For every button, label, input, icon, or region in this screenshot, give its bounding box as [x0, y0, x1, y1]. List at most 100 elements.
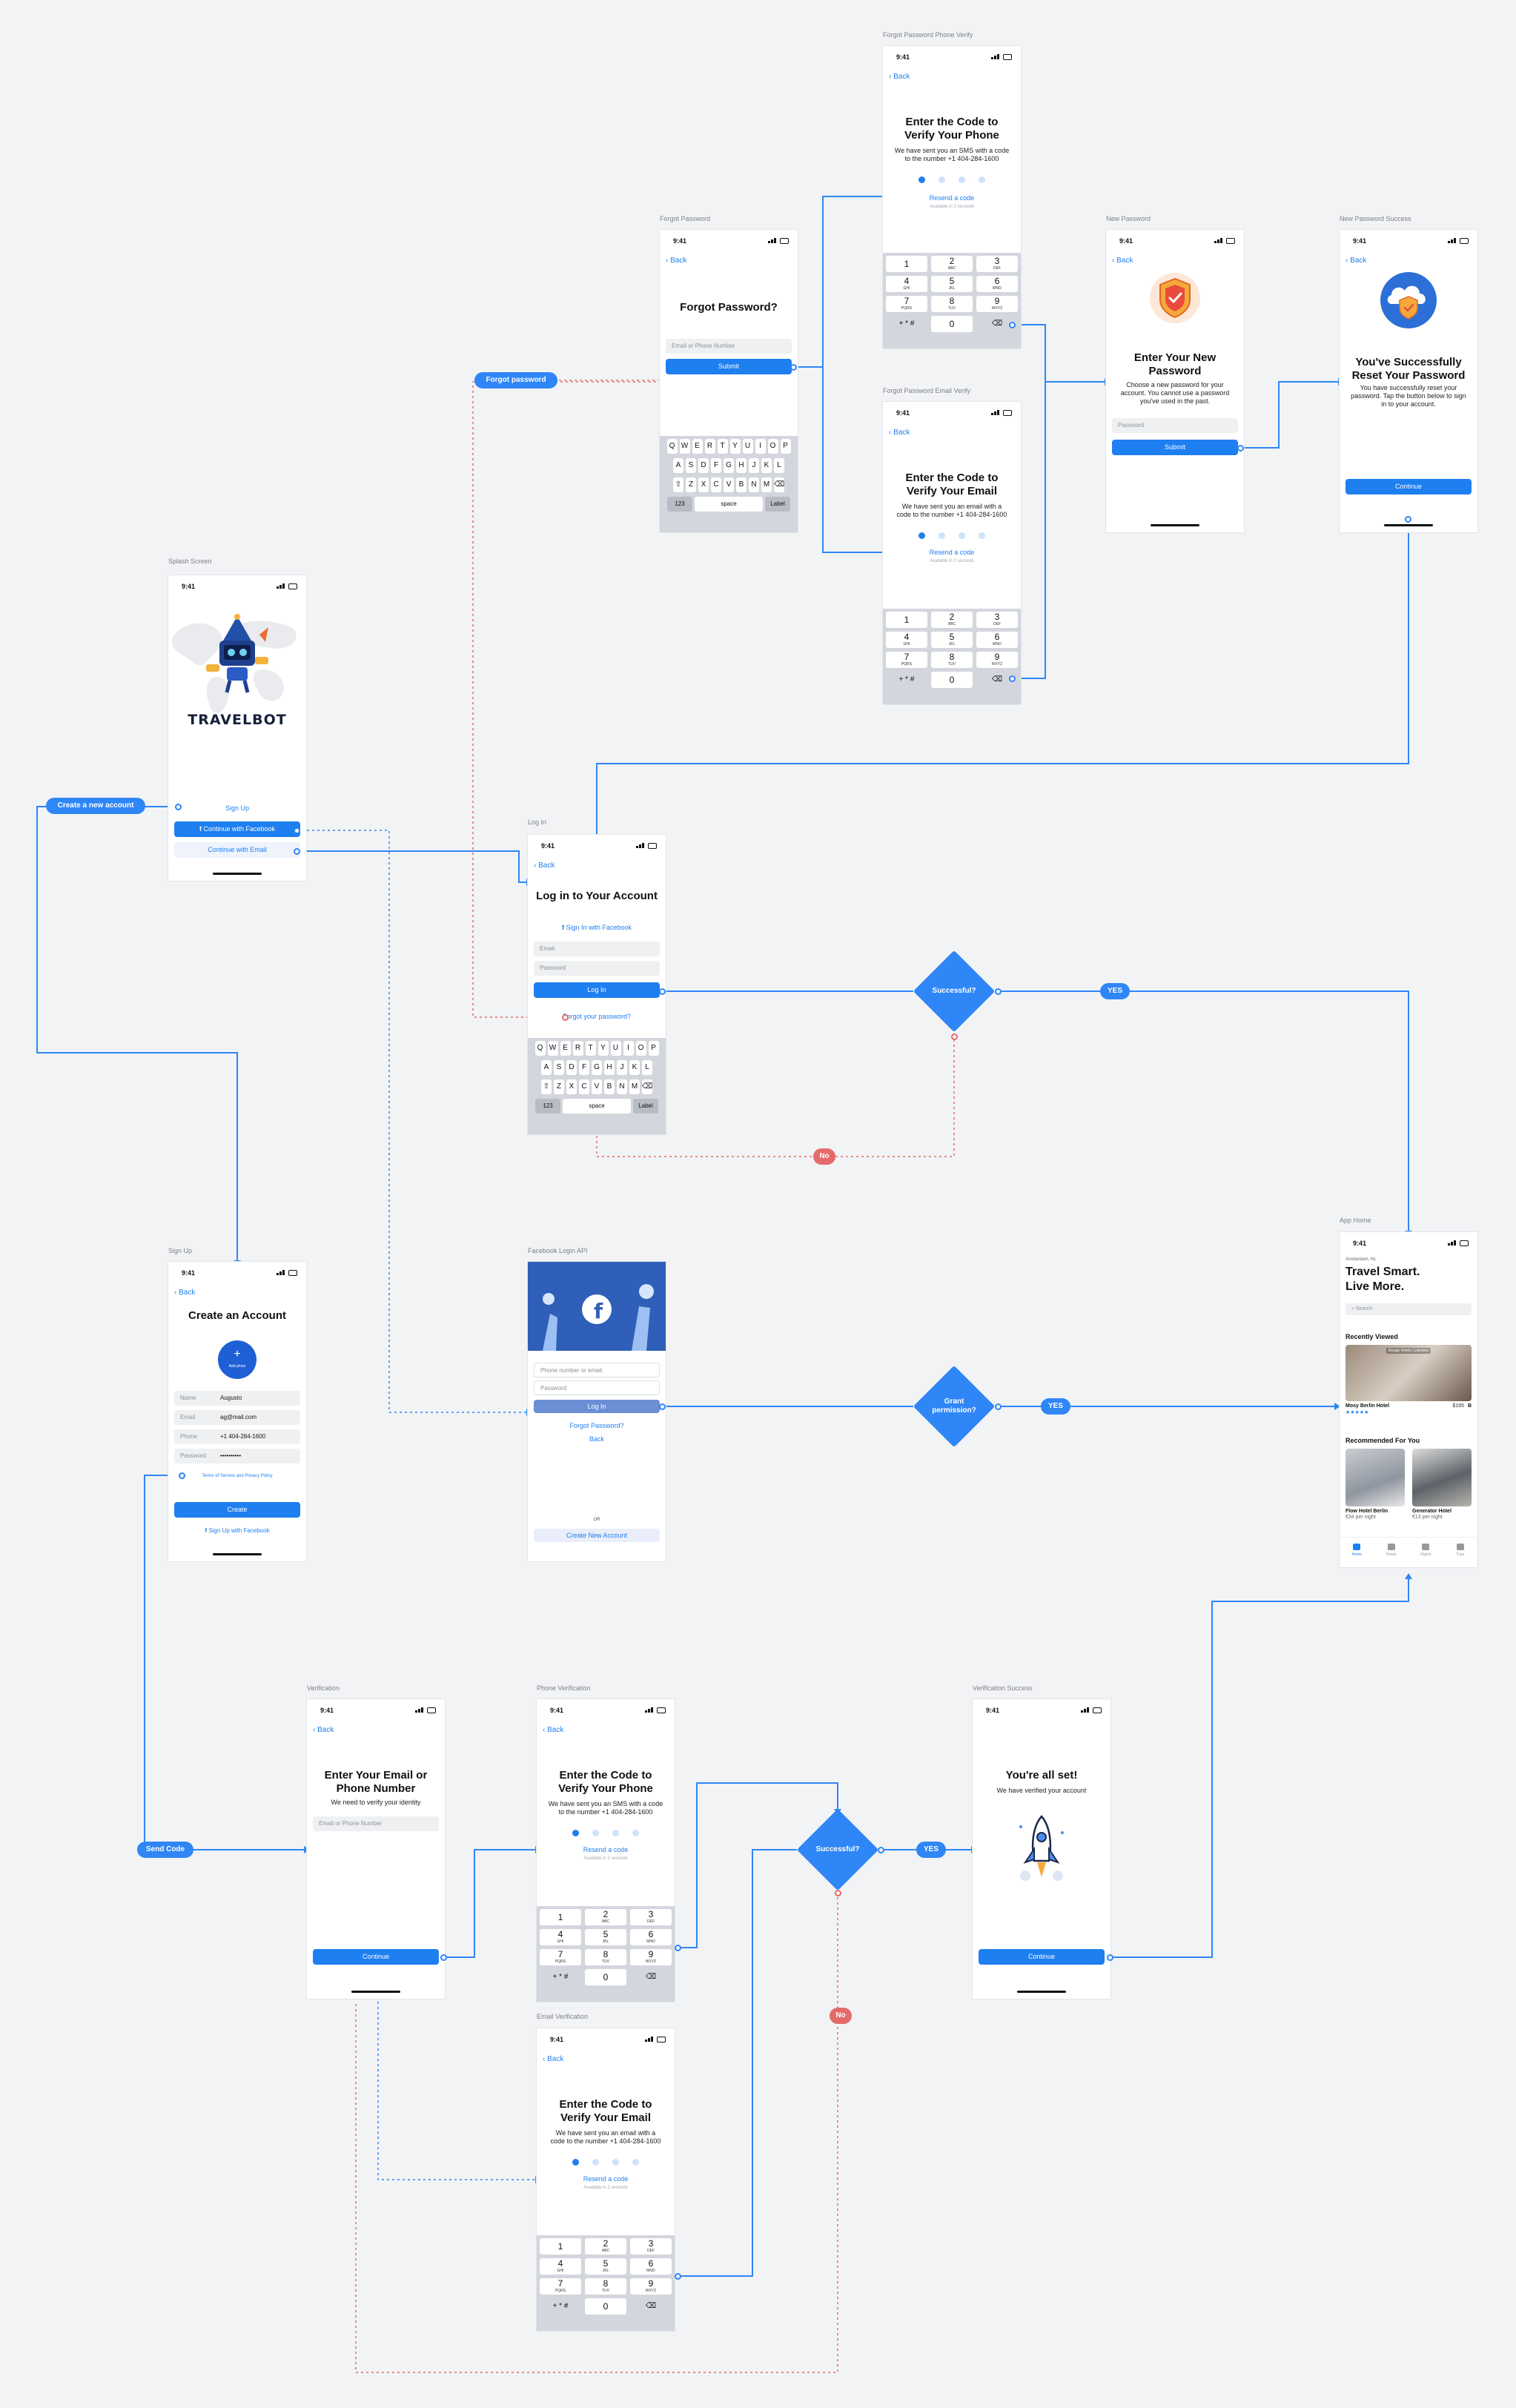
numpad-key[interactable]: 2 ABC [931, 612, 973, 628]
numpad-key[interactable]: 0 [585, 2298, 626, 2315]
numpad-key[interactable]: 7 PQRS [886, 652, 927, 668]
numpad-key[interactable]: 6 MNO [630, 2258, 672, 2275]
numpad-key[interactable]: 5 JKL [931, 276, 973, 292]
back-button[interactable]: ‹ Back [174, 1289, 195, 1297]
numpad-key[interactable]: 9 WXYZ [976, 652, 1018, 668]
keyboard-key[interactable]: M [629, 1079, 640, 1094]
terms-link[interactable]: Terms of Service and Privacy Policy [168, 1474, 306, 1478]
keyboard-key[interactable]: J [749, 458, 759, 473]
numpad-key[interactable]: 1 [540, 2238, 581, 2255]
numpad-key[interactable]: 1 [886, 256, 927, 272]
email-field[interactable]: Email [534, 942, 660, 956]
numpad-key[interactable]: 6 MNO [976, 632, 1018, 648]
keyboard-key[interactable]: U [742, 439, 753, 454]
submit-button[interactable]: Submit [666, 359, 792, 374]
resend-link[interactable]: Resend a code [883, 194, 1021, 202]
shift-key[interactable]: ⇧ [541, 1079, 552, 1094]
keyboard-key[interactable]: Y [729, 439, 741, 454]
keyboard-key[interactable]: X [698, 477, 709, 492]
numpad-key[interactable]: 9 WXYZ [630, 1949, 672, 1965]
shift-key[interactable]: ⇧ [673, 477, 683, 492]
keyboard-key[interactable]: N [617, 1079, 627, 1094]
keyboard-key[interactable]: K [629, 1060, 640, 1075]
keyboard-key[interactable]: E [692, 439, 703, 454]
keyboard-key[interactable]: Y [598, 1041, 609, 1056]
keyboard-key[interactable]: I [755, 439, 766, 454]
numpad-key[interactable]: ⌫ [630, 2298, 672, 2315]
resend-link[interactable]: Resend a code [537, 2175, 675, 2183]
numpad-key[interactable]: 7 PQRS [886, 296, 927, 312]
keyboard-key[interactable]: P [648, 1041, 659, 1056]
phone-or-email-field[interactable]: Phone number or email [534, 1363, 660, 1377]
password-field[interactable]: Password [534, 1380, 660, 1395]
numpad-key[interactable]: 4 GHI [540, 1929, 581, 1945]
continue-with-facebook-button[interactable]: f Continue with Facebook [174, 821, 300, 837]
numpad-key[interactable]: 2 ABC [585, 1909, 626, 1925]
keyboard-key[interactable]: S [686, 458, 696, 473]
keyboard-key[interactable]: F [711, 458, 721, 473]
email-or-phone-field[interactable]: Email or Phone Number [313, 1816, 439, 1831]
keyboard-key[interactable]: G [724, 458, 734, 473]
keyboard-key[interactable]: Label [633, 1099, 658, 1114]
back-link[interactable]: Back [528, 1435, 666, 1443]
keyboard-key[interactable]: H [736, 458, 747, 473]
keyboard-key[interactable]: 123 [535, 1099, 560, 1114]
keyboard-key[interactable]: O [767, 439, 778, 454]
back-button[interactable]: ‹ Back [1345, 257, 1366, 265]
numpad-key[interactable]: 2 ABC [931, 256, 973, 272]
keyboard-key[interactable]: V [724, 477, 734, 492]
keyboard-key[interactable]: F [579, 1060, 589, 1075]
keyboard-key[interactable]: A [541, 1060, 552, 1075]
numpad-key[interactable]: 4 GHI [886, 276, 927, 292]
sign-up-link[interactable]: Sign Up [168, 804, 306, 812]
numpad-key[interactable]: 5 JKL [931, 632, 973, 648]
keyboard-key[interactable]: space [695, 497, 763, 512]
log-in-button[interactable]: Log In [534, 1400, 660, 1413]
tab-hotels[interactable]: Hotels [1374, 1538, 1409, 1567]
keyboard-key[interactable]: O [635, 1041, 646, 1056]
numpad-key[interactable]: ⌫ [630, 1969, 672, 1985]
back-button[interactable]: ‹ Back [889, 429, 910, 437]
name-field[interactable]: Name Augusto [174, 1391, 300, 1406]
keyboard-key[interactable]: W [679, 439, 690, 454]
keyboard-key[interactable]: P [780, 439, 791, 454]
numpad-key[interactable]: 8 TUV [585, 1949, 626, 1965]
numpad-key[interactable]: 8 TUV [931, 652, 973, 668]
password-field[interactable]: Password •••••••••• [174, 1449, 300, 1463]
avatar-picker[interactable]: + Add photo [218, 1340, 256, 1379]
recent-hotel-card[interactable]: Design Hotels Collection Mosy Berlin Hot… [1345, 1345, 1472, 1415]
numpad-key[interactable]: + * # [540, 1969, 581, 1985]
keyboard-key[interactable]: U [610, 1041, 621, 1056]
keyboard-key[interactable]: E [560, 1041, 571, 1056]
keyboard-key[interactable]: V [592, 1079, 602, 1094]
forgot-password-link[interactable]: Forgot your password? [528, 1013, 666, 1020]
create-button[interactable]: Create [174, 1502, 300, 1518]
continue-button[interactable]: Continue [1345, 479, 1472, 494]
numpad-key[interactable]: 7 PQRS [540, 2278, 581, 2295]
numpad-key[interactable]: 9 WXYZ [630, 2278, 672, 2295]
search-input[interactable]: ⌕ Search [1345, 1303, 1472, 1315]
keyboard-key[interactable]: Q [534, 1041, 546, 1056]
numpad-key[interactable]: 0 [585, 1969, 626, 1985]
password-field[interactable]: Password [534, 961, 660, 976]
email-or-phone-field[interactable]: Email or Phone Number [666, 339, 792, 354]
back-button[interactable]: ‹ Back [543, 1726, 563, 1734]
keyboard-key[interactable]: W [547, 1041, 558, 1056]
numpad-key[interactable]: 7 PQRS [540, 1949, 581, 1965]
keyboard-key[interactable]: R [704, 439, 715, 454]
numpad-key[interactable]: 8 TUV [931, 296, 973, 312]
keyboard-key[interactable]: 123 [667, 497, 692, 512]
phone-field[interactable]: Phone +1 404-284-1600 [174, 1429, 300, 1444]
numpad-key[interactable]: 5 JKL [585, 2258, 626, 2275]
numpad-key[interactable]: 3 DEF [630, 2238, 672, 2255]
numpad-key[interactable]: + * # [540, 2298, 581, 2315]
numpad-key[interactable]: 0 [931, 316, 973, 332]
recommended-card-2[interactable]: Generator Hotel €13 per night [1412, 1449, 1472, 1520]
continue-button[interactable]: Continue [979, 1949, 1105, 1965]
numpad-key[interactable]: 8 TUV [585, 2278, 626, 2295]
back-button[interactable]: ‹ Back [543, 2055, 563, 2063]
numpad-key[interactable]: 9 WXYZ [976, 296, 1018, 312]
keyboard-key[interactable]: L [774, 458, 784, 473]
numpad-key[interactable]: 3 DEF [630, 1909, 672, 1925]
submit-button[interactable]: Submit [1112, 440, 1238, 455]
